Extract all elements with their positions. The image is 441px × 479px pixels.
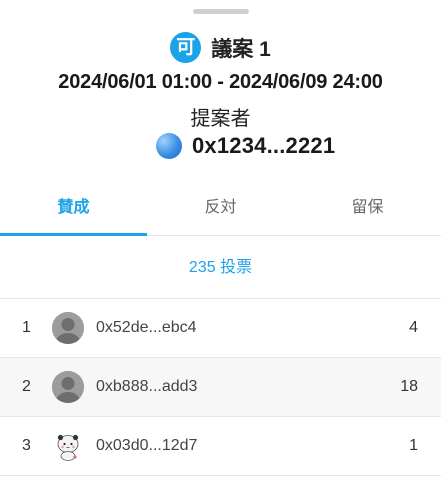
vote-amount: 4 (409, 319, 418, 336)
list-item[interactable]: 1 0x52de...ebc4 4 (0, 299, 441, 358)
panda-avatar-icon (52, 430, 84, 462)
rank: 1 (22, 319, 31, 336)
tab-abstain[interactable]: 留保 (294, 184, 441, 235)
proposer[interactable]: 0x1234...2221 (156, 133, 335, 159)
voting-period: 2024/06/01 01:00 - 2024/06/09 24:00 (58, 71, 383, 93)
tab-reject[interactable]: 反対 (147, 184, 294, 235)
proposal-title: 議案 1 (211, 37, 271, 61)
vote-amount: 18 (400, 378, 418, 395)
default-avatar-icon (52, 312, 84, 344)
voter-address: 0x03d0...12d7 (96, 437, 198, 454)
proposer-avatar-icon (156, 133, 182, 159)
vote-tabs: 賛成 反対 留保 (0, 184, 441, 236)
title-row: 可 議案 1 (0, 32, 441, 63)
proposer-address: 0x1234...2221 (192, 133, 336, 158)
drag-handle[interactable] (193, 9, 249, 14)
voter-address: 0xb888...add3 (96, 378, 198, 395)
list-item[interactable]: 2 0xb888...add3 18 (0, 358, 441, 417)
rank: 3 (22, 437, 31, 454)
default-avatar-icon (52, 371, 84, 403)
rank: 2 (22, 378, 31, 395)
voter-address: 0x52de...ebc4 (96, 319, 197, 336)
vote-count: 235 投票 (0, 236, 441, 299)
tab-approve[interactable]: 賛成 (0, 184, 147, 236)
vote-amount: 1 (409, 437, 418, 454)
proposal-detail-sheet: 可 議案 1 2024/06/01 01:00 - 2024/06/09 24:… (0, 0, 441, 479)
voter-list: 1 0x52de...ebc4 4 2 0xb888...add3 18 3 0… (0, 299, 441, 476)
status-badge: 可 (170, 32, 202, 63)
proposer-label: 提案者 (190, 108, 251, 130)
list-item[interactable]: 3 0x03d0...12d7 1 (0, 417, 441, 476)
